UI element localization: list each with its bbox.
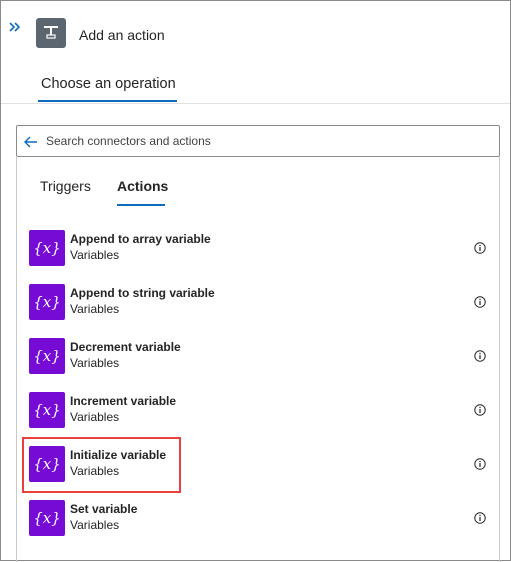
tab-triggers[interactable]: Triggers <box>40 178 91 194</box>
back-arrow-icon[interactable] <box>23 134 39 155</box>
action-title: Set variable <box>70 502 138 516</box>
operation-tab-bar: Choose an operation <box>1 61 510 104</box>
action-title: Append to array variable <box>70 232 211 246</box>
variable-icon: {x} <box>29 284 65 320</box>
action-connector-icon <box>36 18 66 48</box>
action-decrement-variable[interactable]: {x} Decrement variable Variables <box>17 337 499 391</box>
info-icon[interactable] <box>474 511 486 524</box>
results-panel: Triggers Actions {x} Append to array var… <box>16 157 500 562</box>
info-icon[interactable] <box>474 403 486 416</box>
selected-tab-indicator <box>117 204 165 206</box>
selected-tab-indicator <box>38 100 177 102</box>
action-set-variable[interactable]: {x} Set variable Variables <box>17 499 499 553</box>
info-icon[interactable] <box>474 457 486 470</box>
search-input[interactable] <box>46 126 486 156</box>
action-connector-name: Variables <box>70 248 120 262</box>
action-title: Increment variable <box>70 394 177 408</box>
action-connector-name: Variables <box>70 356 120 370</box>
variable-icon: {x} <box>29 392 65 428</box>
variable-icon: {x} <box>29 338 65 374</box>
info-icon[interactable] <box>474 349 486 362</box>
action-connector-name: Variables <box>70 302 120 316</box>
panel-title: Add an action <box>79 27 165 43</box>
action-append-to-array-variable[interactable]: {x} Append to array variable Variables <box>17 229 499 283</box>
category-tabs: Triggers Actions <box>17 157 499 207</box>
action-connector-name: Variables <box>70 518 120 532</box>
info-icon[interactable] <box>474 241 486 254</box>
info-icon[interactable] <box>474 295 486 308</box>
variable-icon: {x} <box>29 500 65 536</box>
highlight-box <box>22 437 181 493</box>
double-chevron-right-icon[interactable] <box>7 19 23 35</box>
variable-icon: {x} <box>29 230 65 266</box>
action-connector-name: Variables <box>70 410 120 424</box>
action-append-to-string-variable[interactable]: {x} Append to string variable Variables <box>17 283 499 337</box>
action-title: Decrement variable <box>70 340 181 354</box>
add-action-panel: Add an action Choose an operation Trigge… <box>0 0 511 562</box>
tab-actions[interactable]: Actions <box>117 178 168 194</box>
search-box[interactable] <box>16 125 500 157</box>
tab-choose-operation[interactable]: Choose an operation <box>37 61 180 101</box>
action-title: Append to string variable <box>70 286 215 300</box>
